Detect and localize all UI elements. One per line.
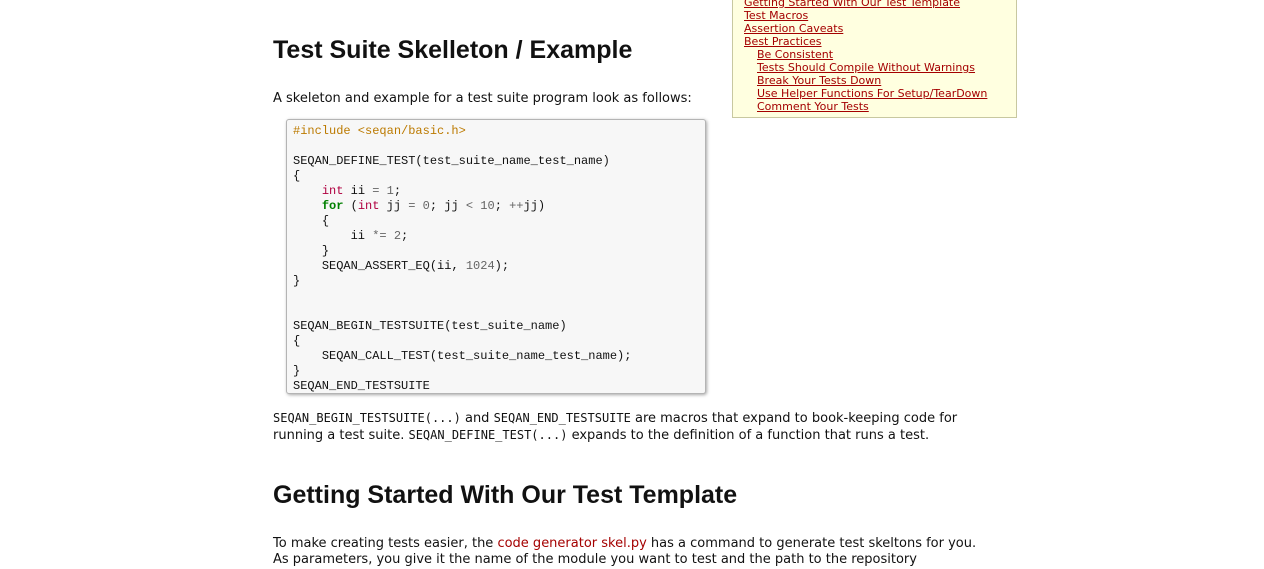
code-var: jj bbox=[386, 199, 402, 213]
code-var: ii bbox=[437, 259, 452, 273]
code-generator-link[interactable]: code generator skel.py bbox=[497, 536, 646, 551]
code-op: = bbox=[408, 199, 416, 213]
text-span: expands to the definition of a function … bbox=[567, 428, 930, 443]
text-span: and bbox=[460, 411, 494, 426]
code-op: ++ bbox=[509, 199, 524, 213]
code-brace: } bbox=[293, 364, 301, 378]
code-assert: SEQAN_ASSERT_EQ bbox=[321, 259, 430, 273]
code-var: ii bbox=[350, 229, 366, 243]
toc-link[interactable]: Be Consistent bbox=[744, 48, 1011, 61]
code-include: #include <seqan/basic.h> bbox=[293, 124, 466, 138]
code-var: ii bbox=[350, 184, 366, 198]
toc-link[interactable]: Assertion Caveats bbox=[744, 22, 1011, 35]
macro-description: SEQAN_BEGIN_TESTSUITE(...) and SEQAN_END… bbox=[273, 410, 1009, 444]
section-title-test-suite-skeleton: Test Suite Skelleton / Example bbox=[273, 36, 633, 64]
code-end-suite: SEQAN_END_TESTSUITE bbox=[293, 379, 430, 393]
code-call-test: SEQAN_CALL_TEST(test_suite_name_test_nam… bbox=[321, 349, 632, 363]
code-brace: { bbox=[321, 214, 330, 228]
code-number: 10 bbox=[480, 199, 495, 213]
toc-link[interactable]: Comment Your Tests bbox=[744, 100, 1011, 113]
section-title-getting-started: Getting Started With Our Test Template bbox=[273, 481, 738, 509]
code-op: = bbox=[372, 184, 380, 198]
getting-started-text: To make creating tests easier, the code … bbox=[273, 536, 993, 568]
code-keyword: int bbox=[321, 184, 344, 198]
code-number: 2 bbox=[393, 229, 402, 243]
toc-link[interactable]: Break Your Tests Down bbox=[744, 74, 1011, 87]
code-number: 1024 bbox=[465, 259, 495, 273]
table-of-contents: Getting Started With Our Test Template Te… bbox=[732, 0, 1017, 118]
code-brace: { bbox=[293, 169, 301, 183]
inline-code: SEQAN_DEFINE_TEST(...) bbox=[408, 428, 568, 442]
inline-code: SEQAN_BEGIN_TESTSUITE(...) bbox=[273, 411, 461, 425]
text-span: To make creating tests easier, the bbox=[273, 536, 498, 551]
code-keyword: for bbox=[321, 199, 344, 213]
toc-link[interactable]: Test Macros bbox=[744, 9, 1011, 22]
code-brace: } bbox=[321, 244, 330, 258]
code-number: 1 bbox=[386, 184, 394, 198]
toc-link[interactable]: Tests Should Compile Without Warnings bbox=[744, 61, 1011, 74]
code-op: < bbox=[465, 199, 474, 213]
code-begin-suite: SEQAN_BEGIN_TESTSUITE(test_suite_name) bbox=[293, 319, 567, 333]
toc-link[interactable]: Use Helper Functions For Setup/TearDown bbox=[744, 87, 1011, 100]
toc-link[interactable]: Getting Started With Our Test Template bbox=[744, 0, 1011, 9]
code-op: *= bbox=[372, 229, 387, 243]
code-var: jj bbox=[523, 199, 538, 213]
code-brace: { bbox=[293, 334, 301, 348]
code-block: #include <seqan/basic.h> SEQAN_DEFINE_TE… bbox=[286, 119, 706, 394]
code-define-test: SEQAN_DEFINE_TEST(test_suite_name_test_n… bbox=[293, 154, 610, 168]
code-keyword: int bbox=[357, 199, 380, 213]
code-number: 0 bbox=[422, 199, 430, 213]
code-listing: #include <seqan/basic.h> SEQAN_DEFINE_TE… bbox=[293, 124, 632, 393]
inline-code: SEQAN_END_TESTSUITE bbox=[493, 411, 631, 425]
toc-link[interactable]: Best Practices bbox=[744, 35, 1011, 48]
code-var: jj bbox=[444, 199, 459, 213]
code-brace: } bbox=[293, 274, 301, 288]
